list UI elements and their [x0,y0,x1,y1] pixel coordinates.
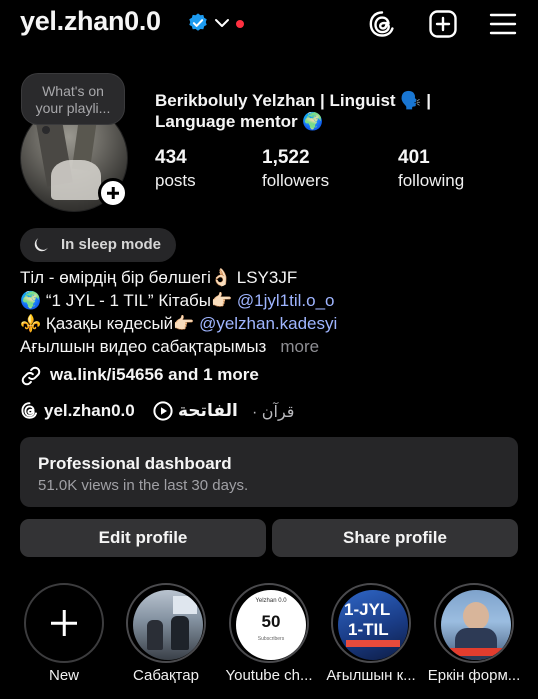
bio-line-2: 🌍 “1 JYL - 1 TIL” Кітабы👉🏻 @1jyl1til.o_o [20,290,335,312]
followers-count: 1,522 [262,147,310,168]
sleep-mode-label: In sleep mode [61,236,162,253]
highlight-sabaktar[interactable]: Сабақтар [126,583,206,693]
sleep-mode-status[interactable]: In sleep mode [20,228,176,262]
bio-more-link[interactable]: more [280,337,319,356]
music-artist: · قرآن [252,402,294,422]
highlight-cover-book: 1-JYL 1-TIL [338,590,408,660]
threads-username[interactable]: yel.zhan0.0 [44,401,135,421]
music-separator: · [252,404,258,421]
highlight-new[interactable]: New [24,583,104,693]
stat-following[interactable]: 401 following [398,146,464,192]
bio-line-2-text: 🌍 “1 JYL - 1 TIL” Кітабы👉🏻 [20,291,237,310]
music-artist-name: قرآن [261,404,295,421]
highlight-erkin[interactable]: Еркін форм... [428,583,520,693]
bio-line-3-text: ⚜️ Қазақы кәдесый👉🏻 [20,314,200,333]
highlight-label: Ағылшын к... [326,667,416,684]
bio-mention-1jyl1til[interactable]: @1jyl1til.o_o [237,291,335,310]
highlight-ring: 1-JYL 1-TIL [331,583,411,663]
chevron-down-icon[interactable] [214,16,230,30]
menu-icon[interactable] [488,9,518,39]
highlight-label: Еркін форм... [427,667,521,684]
highlight-cover-youtube: Yelzhan 0.0 50 Subscribers [236,590,306,660]
create-post-icon[interactable] [428,9,458,39]
highlight-agylshyn[interactable]: 1-JYL 1-TIL Ағылшын к... [326,583,416,693]
posts-label: posts [155,171,196,190]
music-track-title[interactable]: الفاتحة [178,401,238,421]
highlight-ring: Yelzhan 0.0 50 Subscribers [229,583,309,663]
play-icon[interactable] [153,401,173,421]
notification-dot [236,20,244,28]
bio-line-4-text: Ағылшын видео сабақтарымыз [20,337,267,356]
highlight-cover-person [441,590,511,660]
stat-followers[interactable]: 1,522 followers [262,146,329,192]
highlight-youtube[interactable]: Yelzhan 0.0 50 Subscribers Youtube ch... [225,583,313,693]
edit-profile-button[interactable]: Edit profile [20,519,266,557]
profile-full-name: Berikboluly Yelzhan | Linguist 🗣️ | Lang… [155,91,431,131]
note-text-line2: your playli... [35,100,111,116]
book-cover-line1: 1-JYL [344,600,391,619]
highlight-label: New [48,667,79,684]
highlight-ring [434,583,514,663]
verified-badge-icon [189,13,207,31]
top-bar: yel.zhan0.0 [0,0,538,50]
link-icon [21,366,41,386]
profile-username[interactable]: yel.zhan0.0 [20,6,161,37]
professional-dashboard[interactable]: Professional dashboard 51.0K views in th… [20,437,518,507]
highlight-cover-classroom [133,590,203,660]
note-bubble[interactable]: What's on your playli... [22,74,124,124]
yt-cover-count: 50 [261,612,281,631]
bio-line-4: Ағылшын видео сабақтарымыз more [20,336,319,358]
highlight-ring [126,583,206,663]
dashboard-title: Professional dashboard [38,454,232,473]
posts-count: 434 [155,147,187,168]
highlight-label: Youtube ch... [225,667,313,684]
bio-line-3: ⚜️ Қазақы кәдесый👉🏻 @yelzhan.kadesyi [20,313,337,335]
yt-cover-caption: Subscribers [257,636,285,642]
share-profile-button[interactable]: Share profile [272,519,518,557]
following-label: following [398,171,465,190]
bio-line-1: Тіл - өмірдің бір бөлшегі👌🏻 LSY3JF [20,268,298,287]
dashboard-subtitle: 51.0K views in the last 30 days. [38,477,249,494]
threads-icon[interactable] [367,9,397,39]
add-story-plus-icon[interactable] [98,178,128,208]
note-bubble-tail [42,126,50,134]
bio-mention-kadesyi[interactable]: @yelzhan.kadesyi [199,314,337,333]
moon-icon [34,238,48,252]
note-text-line1: What's on [42,83,104,99]
profile-link-text[interactable]: wa.link/i54656 and 1 more [50,365,259,385]
following-count: 401 [398,147,430,168]
followers-label: followers [262,171,330,190]
new-highlight-ring [24,583,104,663]
stat-posts[interactable]: 434 posts [155,146,196,192]
threads-badge-icon [21,402,38,419]
book-cover-line2: 1-TIL [348,620,389,639]
plus-icon-vertical [62,610,66,636]
yt-cover-channel: Yelzhan 0.0 [255,598,287,604]
highlight-label: Сабақтар [133,667,199,684]
